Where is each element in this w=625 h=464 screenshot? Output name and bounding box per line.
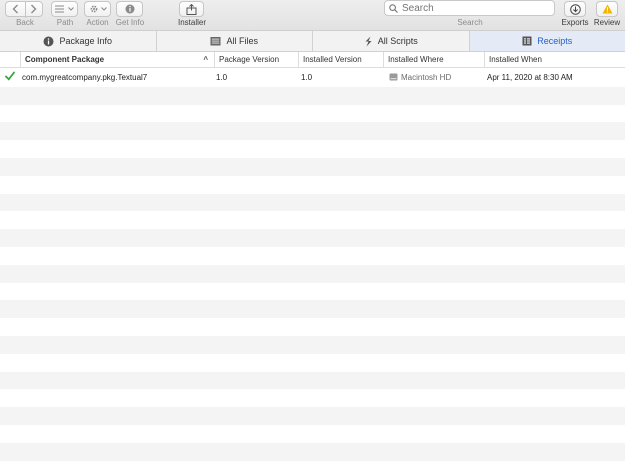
info-icon [125, 4, 134, 14]
cell-component-package: com.mygreatcompany.pkg.Textual7 [22, 73, 148, 82]
empty-row [0, 354, 625, 372]
path-label: Path [56, 18, 74, 27]
chevron-down-icon [68, 7, 74, 11]
empty-row [0, 318, 625, 336]
empty-row [0, 264, 625, 283]
tab-all-files-label: All Files [226, 36, 258, 46]
column-header-installed-where[interactable]: Installed Where [383, 52, 484, 68]
warning-icon [602, 4, 612, 14]
cell-installed-when: Apr 11, 2020 at 8:30 AM [487, 73, 573, 82]
tab-receipts[interactable]: Receipts [469, 31, 625, 51]
tab-receipts-label: Receipts [537, 36, 573, 46]
get-info-button[interactable] [116, 1, 143, 17]
sort-ascending-icon: ^ [203, 55, 208, 64]
back-label: Back [16, 18, 34, 27]
get-info-label: Get Info [115, 18, 145, 27]
toolbar: Back Path Action Get Info Installer Sear… [0, 0, 625, 31]
cell-installed-where: Macintosh HD [389, 69, 451, 87]
installer-label: Installer [177, 18, 206, 27]
chevron-down-icon [100, 7, 107, 11]
column-header-installed-when[interactable]: Installed When [484, 52, 625, 68]
empty-row [0, 300, 625, 319]
receipts-table: Component Package ^ Package Version Inst… [0, 52, 625, 68]
review-button[interactable] [596, 1, 618, 17]
cell-package-version: 1.0 [216, 73, 228, 82]
empty-row [0, 335, 625, 354]
path-button[interactable] [51, 1, 78, 17]
back-forward-segmented [5, 1, 43, 18]
tab-all-scripts[interactable]: All Scripts [313, 31, 470, 51]
empty-row [0, 389, 625, 407]
gear-icon [90, 5, 97, 13]
tab-bar: Package Info All Files All Scripts Recei… [0, 31, 625, 52]
download-icon [569, 3, 581, 15]
empty-row [0, 140, 625, 158]
review-label: Review [593, 18, 621, 27]
table-row[interactable]: com.mygreatcompany.pkg.Textual7 1.0 1.0 … [0, 69, 625, 87]
empty-row [0, 122, 625, 141]
column-header-installed-version[interactable]: Installed Version [298, 52, 383, 68]
search-input[interactable] [402, 2, 552, 14]
empty-row [0, 407, 625, 425]
empty-row [0, 425, 625, 443]
chevron-left-icon [12, 4, 18, 14]
tab-package-info[interactable]: Package Info [0, 31, 157, 51]
empty-row [0, 193, 625, 212]
empty-row [0, 283, 625, 301]
search-icon [389, 3, 398, 13]
exports-label: Exports [561, 18, 589, 27]
empty-row [0, 176, 625, 194]
action-button[interactable] [84, 1, 111, 17]
empty-row [0, 105, 625, 123]
files-icon [210, 37, 221, 46]
tab-package-info-label: Package Info [59, 36, 113, 46]
tab-all-files[interactable]: All Files [157, 31, 313, 51]
empty-row [0, 371, 625, 390]
empty-row [0, 86, 625, 105]
chevron-right-icon [30, 4, 36, 14]
empty-row [0, 211, 625, 229]
forward-button[interactable] [24, 4, 42, 14]
tab-all-scripts-label: All Scripts [377, 36, 418, 46]
hard-disk-icon [389, 73, 398, 81]
status-column-header[interactable] [0, 52, 20, 68]
empty-row [0, 442, 625, 461]
cell-installed-version: 1.0 [301, 73, 313, 82]
empty-row [0, 157, 625, 176]
empty-row [0, 229, 625, 247]
action-label: Action [86, 18, 109, 27]
column-header-component-package[interactable]: Component Package ^ [20, 52, 214, 68]
scripts-icon [365, 36, 372, 46]
empty-row [0, 247, 625, 265]
installer-icon [186, 3, 197, 15]
search-label: Search [457, 18, 483, 27]
back-button[interactable] [6, 4, 24, 14]
installer-button[interactable] [179, 1, 204, 17]
column-header-package-version[interactable]: Package Version [214, 52, 298, 68]
info-circle-icon [43, 36, 54, 46]
receipts-icon [522, 36, 532, 46]
list-icon [55, 5, 64, 13]
table-header: Component Package ^ Package Version Inst… [0, 52, 625, 68]
table-body: com.mygreatcompany.pkg.Textual7 1.0 1.0 … [0, 69, 625, 464]
search-field[interactable] [384, 0, 555, 16]
check-icon [5, 71, 15, 81]
exports-button[interactable] [564, 1, 586, 17]
